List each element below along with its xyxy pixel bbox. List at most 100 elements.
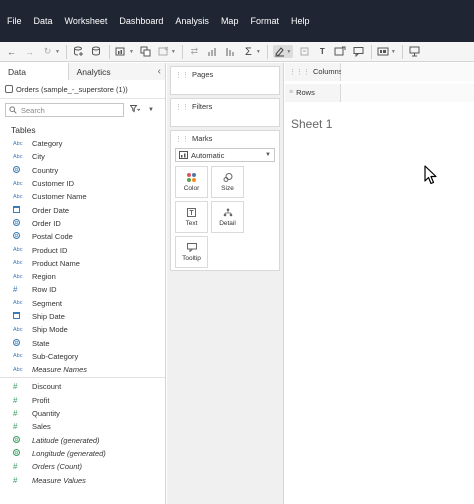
detail-icon	[223, 208, 233, 217]
filters-label: Filters	[192, 102, 213, 111]
menu-help[interactable]: Help	[291, 16, 310, 26]
rows-shelf[interactable]: ≡ Rows	[285, 83, 474, 102]
field-name: Row ID	[32, 285, 57, 295]
menu-dashboard[interactable]: Dashboard	[119, 16, 163, 26]
menu-data[interactable]: Data	[34, 16, 53, 26]
measure-field[interactable]: # Measure Values	[0, 473, 165, 486]
sheet-title[interactable]: Sheet 1	[291, 117, 332, 131]
dimension-field[interactable]: Abc Ship Mode	[0, 323, 165, 336]
dimension-field[interactable]: Abc Measure Names	[0, 363, 165, 376]
dimension-field[interactable]: Abc Customer ID	[0, 177, 165, 190]
dimension-field[interactable]: Abc Sub-Category	[0, 350, 165, 363]
tab-data[interactable]: Data	[0, 63, 69, 80]
dimension-field[interactable]: Abc Customer Name	[0, 190, 165, 203]
rows-drop-zone[interactable]	[341, 83, 474, 102]
duplicate-icon[interactable]	[139, 45, 152, 58]
dimension-field[interactable]: Abc City	[0, 150, 165, 163]
size-button[interactable]: Size	[211, 166, 244, 198]
new-worksheet-icon[interactable]	[115, 45, 128, 58]
color-label: Color	[183, 184, 200, 192]
filter-icon[interactable]	[129, 105, 141, 115]
dimension-field[interactable]: Abc Segment	[0, 297, 165, 310]
string-type-icon: Abc	[13, 326, 23, 333]
measure-field[interactable]: # Profit	[0, 394, 165, 407]
measures-divider	[0, 377, 165, 379]
field-list: Abc Category Abc City Country Abc Customer ID A…	[0, 136, 165, 487]
menu-format[interactable]: Format	[250, 16, 279, 26]
dimension-field[interactable]: Order Date	[0, 203, 165, 216]
view-options-icon[interactable]: ▼	[148, 107, 154, 113]
dimension-field[interactable]: # Row ID	[0, 283, 165, 296]
globe-icon	[13, 338, 32, 348]
menu-file[interactable]: File	[7, 16, 22, 26]
swap-icon[interactable]: ⇄	[188, 45, 201, 58]
field-name: Profit	[32, 395, 50, 405]
search-input[interactable]: Search	[5, 103, 124, 117]
color-button[interactable]: Color	[175, 166, 208, 198]
back-icon[interactable]: ←	[5, 45, 18, 58]
field-name: Order ID	[32, 218, 61, 228]
group-icon[interactable]	[298, 45, 311, 58]
measure-field[interactable]: # Quantity	[0, 407, 165, 420]
measure-field[interactable]: # Orders (Count)	[0, 460, 165, 473]
totals-icon[interactable]: Σ	[242, 45, 255, 58]
menu-map[interactable]: Map	[221, 16, 239, 26]
dimension-field[interactable]: Postal Code	[0, 230, 165, 243]
menu-analysis[interactable]: Analysis	[175, 16, 209, 26]
text-label: Text	[185, 219, 198, 227]
sort-desc-icon[interactable]	[224, 45, 237, 58]
measure-field[interactable]: # Sales	[0, 420, 165, 433]
field-name: Sub-Category	[32, 351, 79, 361]
pane-tabs: Data Analytics ‹	[0, 63, 165, 80]
mark-type-icon	[179, 151, 188, 159]
measure-field[interactable]: Longitude (generated)	[0, 447, 165, 460]
columns-drop-zone[interactable]	[341, 62, 474, 81]
field-name: Customer Name	[32, 192, 87, 202]
sort-asc-icon[interactable]	[206, 45, 219, 58]
tooltip-icon[interactable]	[352, 45, 365, 58]
datasource-item[interactable]: Orders (sample_-_superstore (1))	[0, 80, 165, 99]
field-name: Order Date	[32, 205, 70, 215]
filters-card[interactable]: ⋮⋮ Filters	[170, 98, 280, 127]
grip-icon: ⋮⋮	[175, 71, 189, 79]
menu-worksheet[interactable]: Worksheet	[65, 16, 108, 26]
measure-field[interactable]: # Discount	[0, 380, 165, 393]
redo-icon[interactable]: ↻	[41, 45, 54, 58]
columns-shelf[interactable]: ⋮⋮⋮ Columns	[285, 62, 474, 81]
measure-field[interactable]: Latitude (generated)	[0, 434, 165, 447]
dimension-field[interactable]: State	[0, 336, 165, 349]
mark-type-value: Automatic	[191, 150, 225, 160]
marks-label: Marks	[192, 134, 213, 143]
color-icon	[187, 172, 196, 182]
dimension-field[interactable]: Order ID	[0, 217, 165, 230]
tables-heading: Tables	[11, 124, 36, 135]
menu-bar: File Data Worksheet Dashboard Analysis M…	[0, 0, 474, 42]
labels-icon[interactable]: T	[316, 45, 329, 58]
detail-button[interactable]: Detail	[211, 201, 244, 233]
clear-icon[interactable]	[157, 45, 170, 58]
pause-icon[interactable]	[90, 45, 103, 58]
dimension-field[interactable]: Abc Category	[0, 137, 165, 150]
dimension-field[interactable]: Abc Region	[0, 270, 165, 283]
text-button[interactable]: Text	[175, 201, 208, 233]
present-icon[interactable]	[408, 45, 421, 58]
collapse-pane-icon[interactable]: ‹	[158, 66, 161, 77]
tooltip-button[interactable]: Tooltip	[175, 236, 208, 268]
tab-analytics[interactable]: Analytics ‹	[68, 63, 165, 80]
fix-axes-icon[interactable]	[334, 45, 347, 58]
mark-type-dropdown[interactable]: Automatic ▼	[175, 148, 275, 162]
data-pane: Data Analytics ‹ Orders (sample_-_supers…	[0, 63, 166, 504]
new-datasource-icon[interactable]	[72, 45, 85, 58]
forward-icon[interactable]: →	[23, 45, 36, 58]
dimension-field[interactable]: Abc Product ID	[0, 243, 165, 256]
dimension-field[interactable]: Country	[0, 164, 165, 177]
dimension-field[interactable]: Abc Product Name	[0, 257, 165, 270]
highlight-icon[interactable]: ▼	[272, 45, 293, 58]
string-type-icon: Abc	[13, 180, 23, 187]
pages-card[interactable]: ⋮⋮ Pages	[170, 66, 280, 95]
string-type-icon: Abc	[13, 247, 23, 254]
search-placeholder: Search	[21, 105, 45, 115]
columns-label: Columns	[313, 67, 343, 76]
dimension-field[interactable]: Ship Date	[0, 310, 165, 323]
fit-icon[interactable]	[377, 45, 390, 58]
